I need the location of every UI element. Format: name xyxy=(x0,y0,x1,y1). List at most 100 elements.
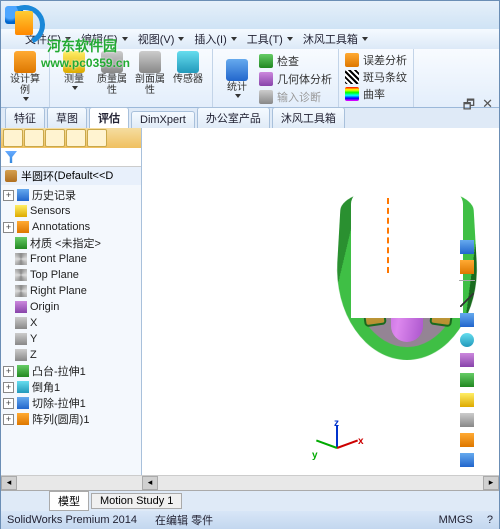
feature-tree: +历史记录 Sensors + Annotations 材质 <未指定> Front Pl… xyxy=(1,185,141,490)
panel-restore-icon[interactable]: 🗗 xyxy=(463,96,475,118)
section-props-button[interactable]: 剖面属性 xyxy=(132,51,168,96)
feature-manager-tabs xyxy=(1,128,141,148)
scroll-left-icon[interactable]: ◂ xyxy=(142,476,158,490)
menu-insert[interactable]: 插入(I) xyxy=(194,31,236,47)
node-icon xyxy=(15,317,27,329)
node-label: X xyxy=(30,317,37,329)
menu-mofeng[interactable]: 沐风工具箱 xyxy=(303,31,368,47)
expand-icon[interactable]: + xyxy=(3,222,14,233)
scroll-right-icon[interactable]: ▸ xyxy=(483,476,499,490)
tree-node[interactable]: + Annotations xyxy=(3,219,141,235)
fm-tab-2[interactable] xyxy=(24,129,44,147)
orientation-triad[interactable]: z x y xyxy=(312,422,362,472)
node-label: Right Plane xyxy=(30,285,87,297)
deviation-analysis-button[interactable]: 误差分析 xyxy=(345,51,407,68)
spline-tool[interactable] xyxy=(460,373,474,387)
sensor-button[interactable]: 传感器 xyxy=(170,51,206,85)
watermark-url: www.pc0359.cn xyxy=(41,56,130,70)
curvature-button[interactable]: 曲率 xyxy=(345,85,407,102)
offset-tool[interactable] xyxy=(460,433,474,447)
tree-node[interactable]: +切除-拉伸1 xyxy=(3,395,141,411)
status-count[interactable]: ? xyxy=(487,514,493,526)
axis-z-label: z xyxy=(334,418,339,429)
tree-node[interactable]: 材质 <未指定> xyxy=(3,235,141,251)
node-label: 凸台-拉伸1 xyxy=(32,363,86,379)
deviation-icon xyxy=(345,53,359,67)
node-icon xyxy=(17,397,29,409)
point-tool[interactable] xyxy=(460,393,474,407)
fm-tab-4[interactable] xyxy=(66,129,86,147)
tab-features[interactable]: 特征 xyxy=(5,107,45,128)
tree-node[interactable]: Z xyxy=(3,347,141,363)
tab-mofeng[interactable]: 沐风工具箱 xyxy=(272,107,345,128)
node-icon xyxy=(17,381,29,393)
node-label: 材质 <未指定> xyxy=(30,235,101,251)
rect-tool[interactable] xyxy=(460,313,474,327)
node-icon xyxy=(15,349,27,361)
node-label: Top Plane xyxy=(30,269,79,281)
curvature-icon xyxy=(345,87,359,101)
filter-icon xyxy=(5,151,17,163)
panel-close-icon[interactable]: ✕ xyxy=(482,96,493,112)
tree-node[interactable]: +倒角1 xyxy=(3,379,141,395)
fm-tab-5[interactable] xyxy=(87,129,107,147)
geometry-analysis-button[interactable]: 几何体分析 xyxy=(259,71,332,87)
tree-node[interactable]: X xyxy=(3,315,141,331)
tree-node[interactable]: Right Plane xyxy=(3,283,141,299)
tree-node[interactable]: Origin xyxy=(3,299,141,315)
view-tabs: 模型 Motion Study 1 xyxy=(1,490,499,511)
node-icon xyxy=(17,221,29,233)
scroll-left-icon[interactable]: ◂ xyxy=(1,476,17,490)
tree-node[interactable]: + 凸台-拉伸1 xyxy=(3,363,141,379)
line-tool[interactable] xyxy=(460,293,474,307)
tree-node[interactable]: +阵列(圆周)1 xyxy=(3,411,141,427)
tree-node[interactable]: Y xyxy=(3,331,141,347)
expand-icon[interactable]: + xyxy=(3,398,14,409)
tree-node[interactable]: Sensors xyxy=(3,203,141,219)
tab-sketch[interactable]: 草图 xyxy=(47,107,87,128)
tree-node[interactable]: +历史记录 xyxy=(3,187,141,203)
node-label: Front Plane xyxy=(30,253,87,265)
import-diagnostics-button[interactable]: 输入诊断 xyxy=(259,89,332,105)
trim-tool[interactable] xyxy=(460,413,474,427)
tree-node[interactable]: Front Plane xyxy=(3,251,141,267)
view-tab-motion[interactable]: Motion Study 1 xyxy=(91,493,182,509)
node-icon xyxy=(17,365,29,377)
mirror-tool[interactable] xyxy=(460,453,474,467)
node-label: Sensors xyxy=(30,205,70,217)
rtool-2[interactable] xyxy=(460,260,474,274)
status-edit-state: 在编辑 零件 xyxy=(155,512,213,528)
fm-tab-1[interactable] xyxy=(3,129,23,147)
expand-icon[interactable]: + xyxy=(3,366,14,377)
arc-tool[interactable] xyxy=(460,353,474,367)
node-label: Annotations xyxy=(32,221,90,233)
view-tab-model[interactable]: 模型 xyxy=(49,491,89,511)
viewport-scrollbar[interactable]: ◂ ▸ xyxy=(142,475,499,490)
expand-icon[interactable]: + xyxy=(3,414,14,425)
tree-node[interactable]: Top Plane xyxy=(3,267,141,283)
node-icon xyxy=(15,237,27,249)
expand-icon[interactable]: + xyxy=(3,190,14,201)
node-icon xyxy=(15,301,27,313)
graphics-viewport[interactable]: z x y ◂ ▸ xyxy=(142,128,499,490)
status-units[interactable]: MMGS xyxy=(439,514,473,526)
axis-x-label: x xyxy=(358,436,364,447)
feature-filter[interactable] xyxy=(1,148,141,167)
tab-office[interactable]: 办公室产品 xyxy=(197,107,270,128)
expand-icon[interactable]: + xyxy=(3,382,14,393)
axis-y-label: y xyxy=(312,450,318,461)
menu-tools[interactable]: 工具(T) xyxy=(247,31,293,47)
tab-evaluate[interactable]: 评估 xyxy=(89,107,129,128)
circle-tool[interactable] xyxy=(460,333,474,347)
tab-dimxpert[interactable]: DimXpert xyxy=(131,111,195,128)
menu-view[interactable]: 视图(V) xyxy=(138,31,185,47)
title-bar xyxy=(1,1,499,29)
check-button[interactable]: 检查 xyxy=(259,53,332,69)
design-study-button[interactable]: 设计算例 xyxy=(7,51,43,101)
statistics-button[interactable]: 统计 xyxy=(219,51,255,105)
rtool-1[interactable] xyxy=(460,240,474,254)
part-root[interactable]: 半圆环 (Default<<D xyxy=(1,167,141,185)
fm-tab-3[interactable] xyxy=(45,129,65,147)
zebra-stripes-button[interactable]: 斑马条纹 xyxy=(345,68,407,85)
status-product: SolidWorks Premium 2014 xyxy=(7,514,137,526)
